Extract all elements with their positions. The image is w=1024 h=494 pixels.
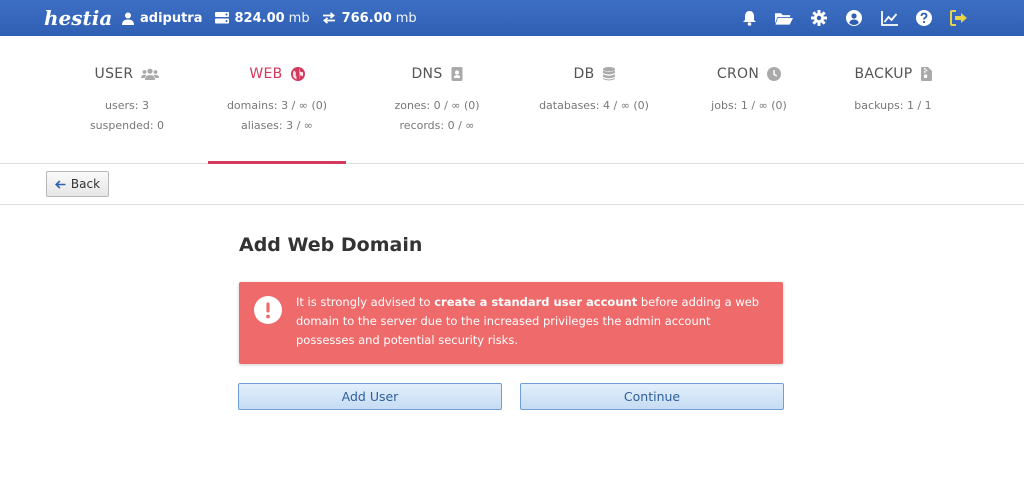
stat-zones: zones: 0 / ∞ (0) [394,99,480,112]
file-archive-icon [920,67,932,81]
tab-db-title: DB [532,65,656,83]
continue-button[interactable]: Continue [520,383,784,410]
disk-usage-unit: mb [288,10,310,26]
database-icon [602,67,615,81]
tab-backup-stats: backups: 1 / 1 [838,96,948,116]
back-button[interactable]: Back [46,171,109,197]
add-user-button[interactable]: Add User [238,383,502,410]
warning-alert: It is strongly advised to create a stand… [239,282,783,364]
tab-user-stats: users: 3 suspended: 0 [72,96,182,136]
tab-dns-label: DNS [411,66,443,82]
chart-line-icon[interactable] [880,9,898,27]
stat-users: users: 3 [105,99,149,112]
warning-alert-text: It is strongly advised to create a stand… [296,293,771,350]
tab-db-stats: databases: 4 / ∞ (0) [532,96,656,116]
tab-user[interactable]: USER users: 3 suspended: 0 [72,36,182,164]
alert-text-before: It is strongly advised to [296,295,435,309]
stat-aliases: aliases: 3 / ∞ [241,119,313,132]
stat-domains: domains: 3 / ∞ (0) [226,99,328,112]
tab-dns-title: DNS [372,65,502,83]
tab-backup[interactable]: BACKUP backups: 1 / 1 [838,36,948,164]
top-icons [723,0,968,36]
alert-text-strong: create a standard user account [434,295,638,309]
tab-db[interactable]: DB databases: 4 / ∞ (0) [532,36,656,164]
folder-open-icon[interactable] [775,9,793,27]
clock-icon [767,67,782,81]
username-item[interactable]: adiputra [122,11,203,26]
stat-records: records: 0 / ∞ [399,119,475,132]
tab-dns-stats: zones: 0 / ∞ (0) records: 0 / ∞ [372,96,502,136]
users-icon [141,68,160,80]
user-info: adiputra 824.00 mb 766.00 mb [122,0,429,36]
bandwidth-value: 766.00 [341,10,392,26]
user-icon [122,12,134,25]
tab-cron-title: CRON [694,65,804,83]
tab-cron[interactable]: CRON jobs: 1 / ∞ (0) [694,36,804,164]
tab-user-label: USER [94,66,134,82]
top-bar: hestia adiputra 824.00 mb 766.00 mb [0,0,1024,36]
stat-jobs: jobs: 1 / ∞ (0) [711,99,787,112]
hestia-logo[interactable]: hestia [44,4,112,32]
stat-suspended: suspended: 0 [89,119,165,132]
tab-dns[interactable]: DNS zones: 0 / ∞ (0) records: 0 / ∞ [372,36,502,164]
bandwidth-item: 766.00 mb [322,11,417,26]
exchange-icon [322,12,335,24]
hdd-icon [214,12,229,24]
tab-user-title: USER [72,65,182,83]
page-title: Add Web Domain [239,234,423,256]
back-button-label: Back [70,177,101,191]
tab-db-label: DB [573,66,595,82]
tab-web-stats: domains: 3 / ∞ (0) aliases: 3 / ∞ [208,96,346,136]
stat-databases: databases: 4 / ∞ (0) [539,99,649,112]
tab-backup-title: BACKUP [838,65,948,83]
username: adiputra [140,10,203,26]
tab-cron-label: CRON [716,66,760,82]
tab-backup-label: BACKUP [854,66,913,82]
address-book-icon [451,67,463,81]
bandwidth-unit: mb [395,10,417,26]
tab-web-label: WEB [249,66,283,82]
disk-usage-value: 824.00 [234,10,285,26]
arrow-left-icon [54,179,66,189]
stat-backups: backups: 1 / 1 [854,99,932,112]
tab-web[interactable]: WEB domains: 3 / ∞ (0) aliases: 3 / ∞ [208,36,346,164]
gear-icon[interactable] [810,9,828,27]
logout-icon[interactable] [950,9,968,27]
user-circle-icon[interactable] [845,9,863,27]
tab-cron-stats: jobs: 1 / ∞ (0) [694,96,804,116]
tab-web-title: WEB [208,65,346,83]
stats-tabs: USER users: 3 suspended: 0 WEB domains: … [0,36,1024,164]
bell-icon[interactable] [740,9,758,27]
exclamation-circle-icon [254,296,282,324]
globe-icon [290,67,305,81]
disk-usage-item: 824.00 mb [214,10,310,26]
toolbar: Back [0,164,1024,205]
help-icon[interactable] [915,9,933,27]
